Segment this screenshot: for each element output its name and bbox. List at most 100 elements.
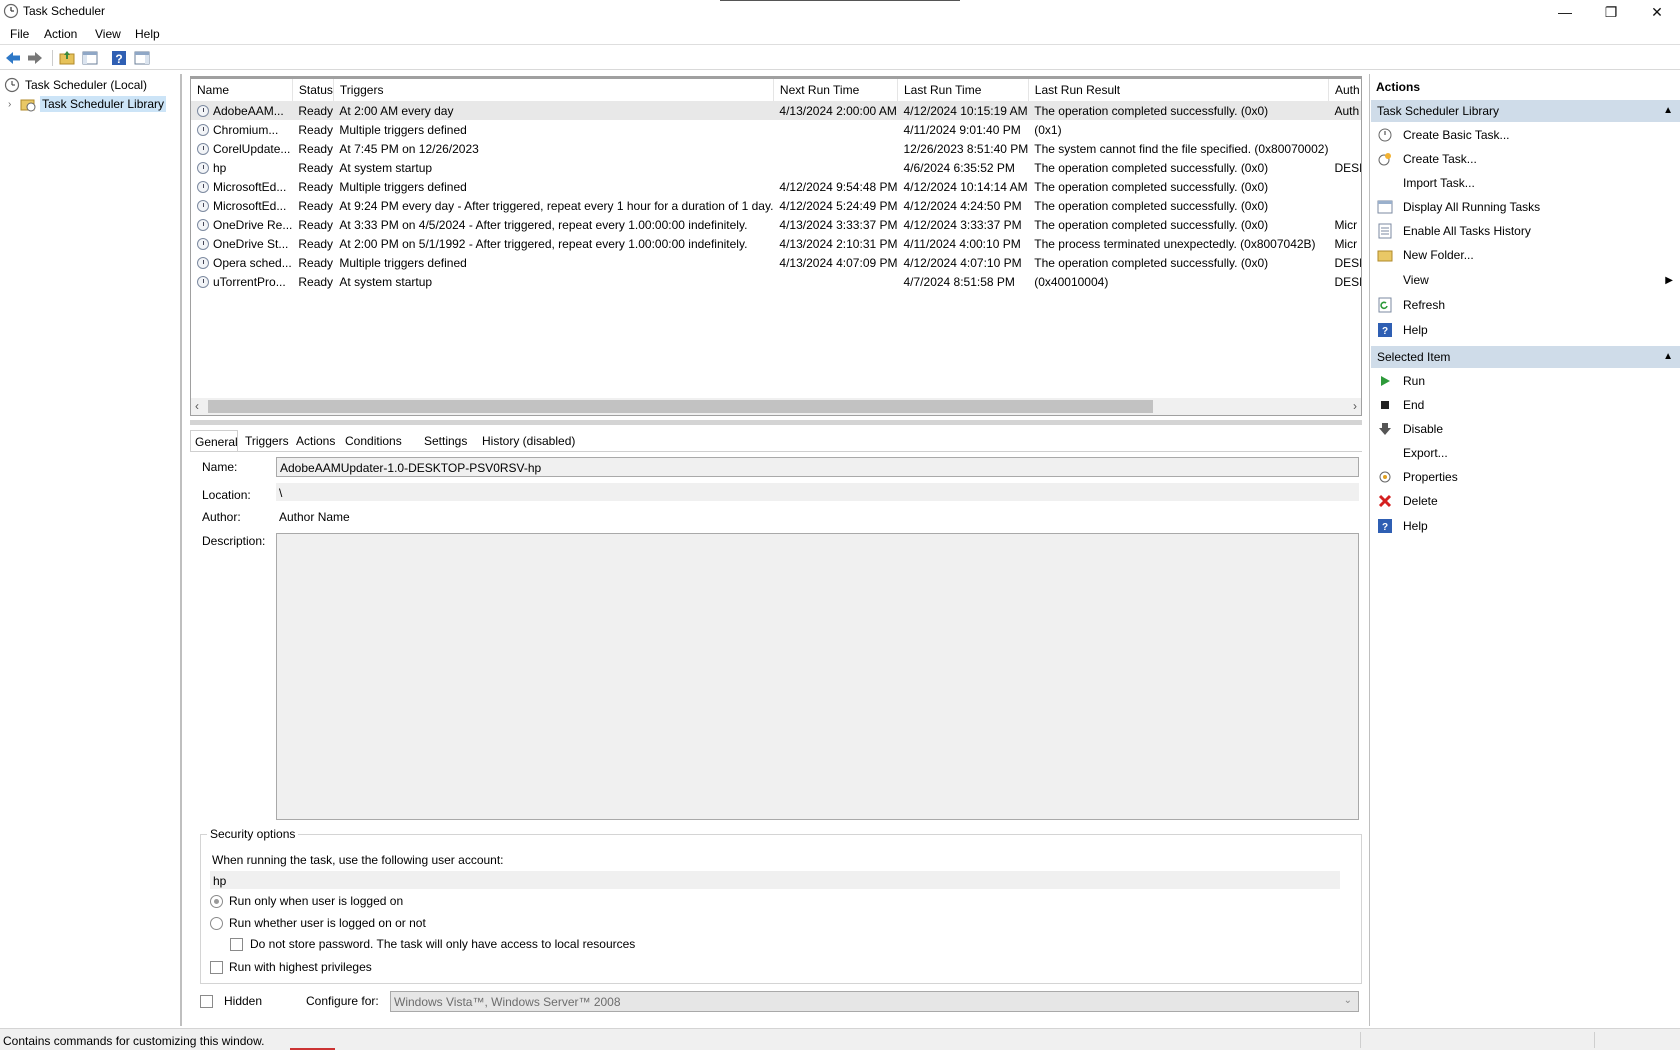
table-row[interactable]: MicrosoftEd... Ready Multiple triggers def… [191, 177, 1361, 196]
scrollbar-thumb[interactable] [208, 400, 1153, 413]
action-enable-history[interactable]: Enable All Tasks History [1371, 220, 1680, 242]
run-whether-logged-on-radio[interactable] [210, 917, 223, 930]
table-row[interactable]: MicrosoftEd... Ready At 9:24 PM every day … [191, 196, 1361, 215]
chevron-right-icon[interactable]: › [8, 99, 20, 110]
column-header-triggers[interactable]: Triggers [333, 79, 774, 101]
configure-for-dropdown[interactable]: Windows Vista™, Windows Server™ 2008 ⌄ [390, 991, 1359, 1012]
menu-file[interactable]: File [10, 27, 29, 41]
table-row[interactable]: OneDrive St... Ready At 2:00 PM on 5/1/199… [191, 234, 1361, 253]
column-header-next-run-time[interactable]: Next Run Time [773, 79, 899, 101]
show-hide-action-pane-icon[interactable] [133, 49, 151, 67]
action-help-library-label: Help [1403, 323, 1428, 337]
window-title: Task Scheduler [23, 4, 106, 18]
tree-root[interactable]: Task Scheduler (Local) [4, 76, 147, 94]
tab-general[interactable]: General [190, 430, 238, 452]
table-row[interactable]: OneDrive Re... Ready At 3:33 PM on 4/5/202… [191, 215, 1361, 234]
tab-history[interactable]: History (disabled) [478, 430, 579, 452]
restore-button[interactable]: ❐ [1588, 0, 1634, 24]
cell-triggers: At 2:00 AM every day [333, 101, 774, 120]
action-import-task-label: Import Task... [1403, 176, 1475, 190]
section-task-scheduler-library[interactable]: Task Scheduler Library ▲ [1371, 100, 1680, 122]
action-help-selected[interactable]: ? Help [1371, 515, 1680, 537]
menu-action[interactable]: Action [44, 27, 77, 41]
highest-privileges-checkbox[interactable] [210, 961, 223, 974]
menu-view[interactable]: View [95, 27, 121, 41]
name-field[interactable]: AdobeAAMUpdater-1.0-DESKTOP-PSV0RSV-hp [276, 457, 1359, 477]
collapse-icon[interactable]: ▲ [1663, 351, 1673, 362]
table-row[interactable]: hp Ready At system startup 4/6/2024 6:35:52… [191, 158, 1361, 177]
close-icon: ✕ [1651, 3, 1663, 20]
cell-next-run [773, 120, 897, 139]
action-export[interactable]: Export... [1371, 442, 1680, 464]
column-header-last-run-time[interactable]: Last Run Time [897, 79, 1029, 101]
minimize-button[interactable]: — [1542, 0, 1588, 24]
table-row[interactable]: uTorrentPro... Ready At system startup 4/7/… [191, 272, 1361, 291]
task-clock-icon [197, 199, 209, 212]
tab-conditions[interactable]: Conditions [341, 430, 406, 452]
close-button[interactable]: ✕ [1634, 0, 1680, 24]
action-new-folder[interactable]: New Folder... [1371, 244, 1680, 266]
table-row[interactable]: AdobeAAM... Ready At 2:00 AM every day 4/13… [191, 101, 1361, 120]
horizontal-scrollbar[interactable]: ‹ › [191, 398, 1361, 415]
menu-help[interactable]: Help [135, 27, 160, 41]
location-field[interactable]: \ [276, 483, 1359, 501]
back-arrow-icon[interactable] [4, 49, 22, 67]
minimize-icon: — [1558, 4, 1572, 20]
cell-last-run: 4/11/2024 9:01:40 PM [903, 122, 1021, 137]
scroll-right-icon[interactable]: › [1353, 399, 1357, 413]
run-logged-on-radio[interactable] [210, 895, 223, 908]
action-create-basic-task[interactable]: Create Basic Task... [1371, 124, 1680, 146]
section-library-label: Task Scheduler Library [1377, 104, 1500, 118]
forward-arrow-icon[interactable] [26, 49, 44, 67]
task-name: MicrosoftEd... [213, 179, 287, 194]
column-header-status[interactable]: Status [292, 79, 334, 101]
collapse-icon[interactable]: ▲ [1663, 105, 1673, 116]
action-import-task[interactable]: Import Task... [1371, 172, 1680, 194]
cell-triggers: At 7:45 PM on 12/26/2023 [339, 141, 479, 156]
cell-last-result: The operation completed successfully. (0… [1034, 255, 1269, 270]
table-row[interactable]: Opera sched... Ready Multiple triggers def… [191, 253, 1361, 272]
section-selected-item[interactable]: Selected Item ▲ [1371, 346, 1680, 368]
action-end[interactable]: End [1371, 394, 1680, 416]
action-create-basic-task-label: Create Basic Task... [1403, 128, 1510, 142]
column-header-name[interactable]: Name [191, 79, 293, 101]
running-tasks-icon [1377, 199, 1393, 215]
action-run[interactable]: Run [1371, 370, 1680, 392]
pane-splitter[interactable] [190, 420, 1362, 425]
help-icon[interactable]: ? [110, 49, 128, 67]
actions-pane-title: Actions [1376, 80, 1421, 94]
action-display-running[interactable]: Display All Running Tasks [1371, 196, 1680, 218]
description-label: Description: [202, 534, 266, 548]
scroll-left-icon[interactable]: ‹ [195, 399, 199, 413]
column-header-author[interactable]: Auth [1328, 79, 1361, 101]
action-delete[interactable]: Delete [1371, 490, 1680, 512]
tab-actions[interactable]: Actions [292, 430, 339, 452]
tree-item-library[interactable]: › Task Scheduler Library [8, 95, 167, 113]
description-field[interactable] [276, 533, 1359, 820]
cell-next-run: 4/13/2024 3:33:37 PM [779, 217, 898, 232]
task-clock-icon [197, 123, 209, 136]
action-help-library[interactable]: ? Help [1371, 319, 1680, 341]
table-row[interactable]: CorelUpdate... Ready At 7:45 PM on 12/26/2… [191, 139, 1361, 158]
cell-status: Ready [298, 141, 334, 156]
hidden-checkbox[interactable] [200, 995, 213, 1008]
column-header-last-run-result[interactable]: Last Run Result [1028, 79, 1329, 101]
action-view[interactable]: View ▶ [1371, 269, 1680, 291]
action-create-task-label: Create Task... [1403, 152, 1477, 166]
tab-settings[interactable]: Settings [420, 430, 471, 452]
cell-name: MicrosoftEd... [191, 177, 292, 196]
cell-triggers: Multiple triggers defined [339, 179, 467, 194]
title-bar: Task Scheduler — ❐ ✕ [0, 0, 1680, 24]
do-not-store-password-checkbox[interactable] [230, 938, 243, 951]
tab-triggers[interactable]: Triggers [241, 430, 293, 452]
table-row[interactable]: Chromium... Ready Multiple triggers define… [191, 120, 1361, 139]
show-hide-console-tree-icon[interactable] [81, 49, 99, 67]
action-disable[interactable]: Disable [1371, 418, 1680, 440]
cell-name: OneDrive Re... [191, 215, 292, 234]
action-properties[interactable]: Properties [1371, 466, 1680, 488]
action-refresh[interactable]: Refresh [1371, 294, 1680, 316]
action-create-task[interactable]: Create Task... [1371, 148, 1680, 170]
help-icon: ? [1377, 322, 1393, 338]
up-folder-icon[interactable] [58, 49, 76, 67]
name-label: Name: [202, 460, 238, 474]
